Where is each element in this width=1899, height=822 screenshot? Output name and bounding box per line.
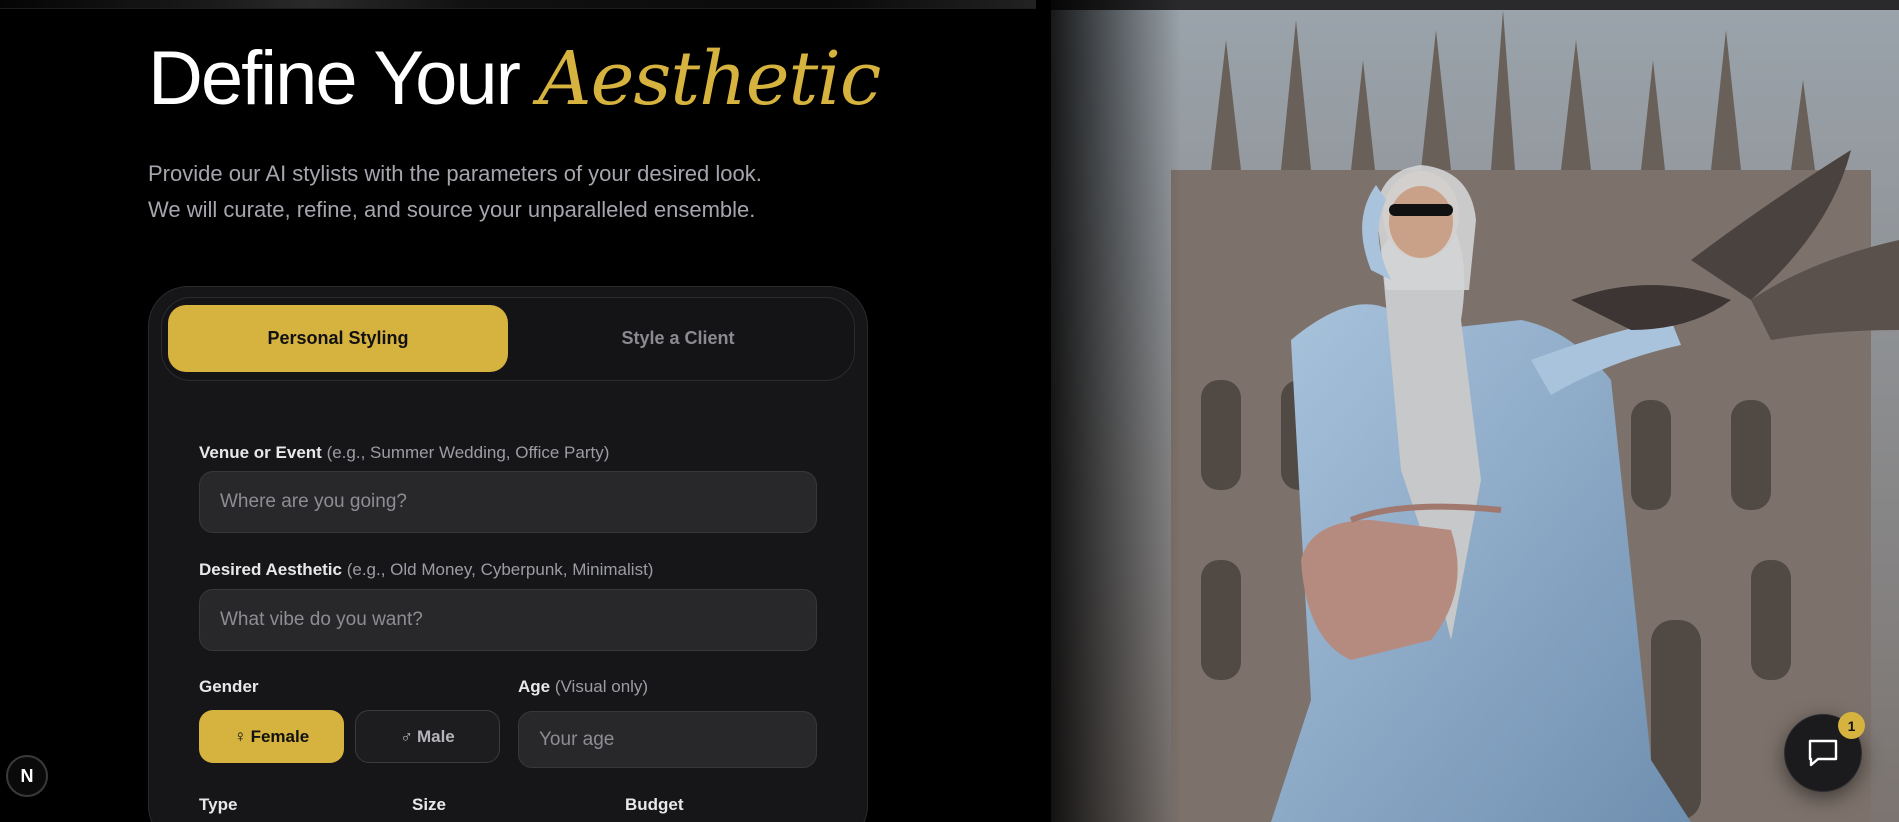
age-input[interactable] (518, 711, 817, 768)
age-label-text: Age (518, 677, 551, 696)
gender-male-button[interactable]: ♂ Male (355, 710, 500, 763)
mode-tabs: Personal Styling Style a Client (161, 297, 855, 381)
female-label: Female (250, 726, 310, 746)
type-label: Type (199, 795, 238, 814)
page-title: Define Your Aesthetic (148, 34, 881, 124)
male-label: Male (416, 726, 455, 746)
dev-tools-badge[interactable]: N (6, 755, 48, 797)
female-symbol-icon: ♀ (233, 726, 247, 746)
aesthetic-label-text: Desired Aesthetic (199, 560, 342, 579)
subtitle-line-1: Provide our AI stylists with the paramet… (148, 161, 762, 186)
subtitle-line-2: We will curate, refine, and source your … (148, 197, 756, 222)
chat-bubble-icon (1808, 739, 1838, 767)
age-label: Age (Visual only) (518, 677, 648, 697)
aesthetic-input[interactable] (199, 589, 817, 651)
styling-form-card: Personal Styling Style a Client Venue or… (148, 286, 868, 822)
tab-personal-styling[interactable]: Personal Styling (168, 305, 508, 372)
gender-label: Gender (199, 677, 259, 696)
tab-style-a-client[interactable]: Style a Client (508, 305, 848, 372)
left-panel: Define Your Aesthetic Provide our AI sty… (0, 0, 1036, 822)
age-hint: (Visual only) (554, 677, 649, 696)
page: Define Your Aesthetic Provide our AI sty… (0, 0, 1899, 822)
title-main: Define Your (148, 36, 521, 121)
budget-label: Budget (625, 795, 684, 814)
hero-subtitle: Provide our AI stylists with the paramet… (148, 156, 888, 228)
hero-photo (1051, 0, 1899, 822)
gender-female-button[interactable]: ♀ Female (199, 710, 344, 763)
venue-label-text: Venue or Event (199, 443, 322, 462)
chat-notification-badge: 1 (1838, 712, 1865, 739)
male-symbol-icon: ♂ (400, 726, 413, 746)
top-strip (0, 0, 1036, 9)
venue-label: Venue or Event (e.g., Summer Wedding, Of… (199, 443, 609, 463)
title-accent: Aesthetic (538, 36, 881, 122)
size-label: Size (412, 795, 447, 814)
aesthetic-label: Desired Aesthetic (e.g., Old Money, Cybe… (199, 560, 653, 580)
venue-hint: (e.g., Summer Wedding, Office Party) (326, 443, 610, 462)
aesthetic-hint: (e.g., Old Money, Cyberpunk, Minimalist) (346, 560, 654, 579)
photo-left-shade (1051, 0, 1181, 822)
venue-input[interactable] (199, 471, 817, 533)
